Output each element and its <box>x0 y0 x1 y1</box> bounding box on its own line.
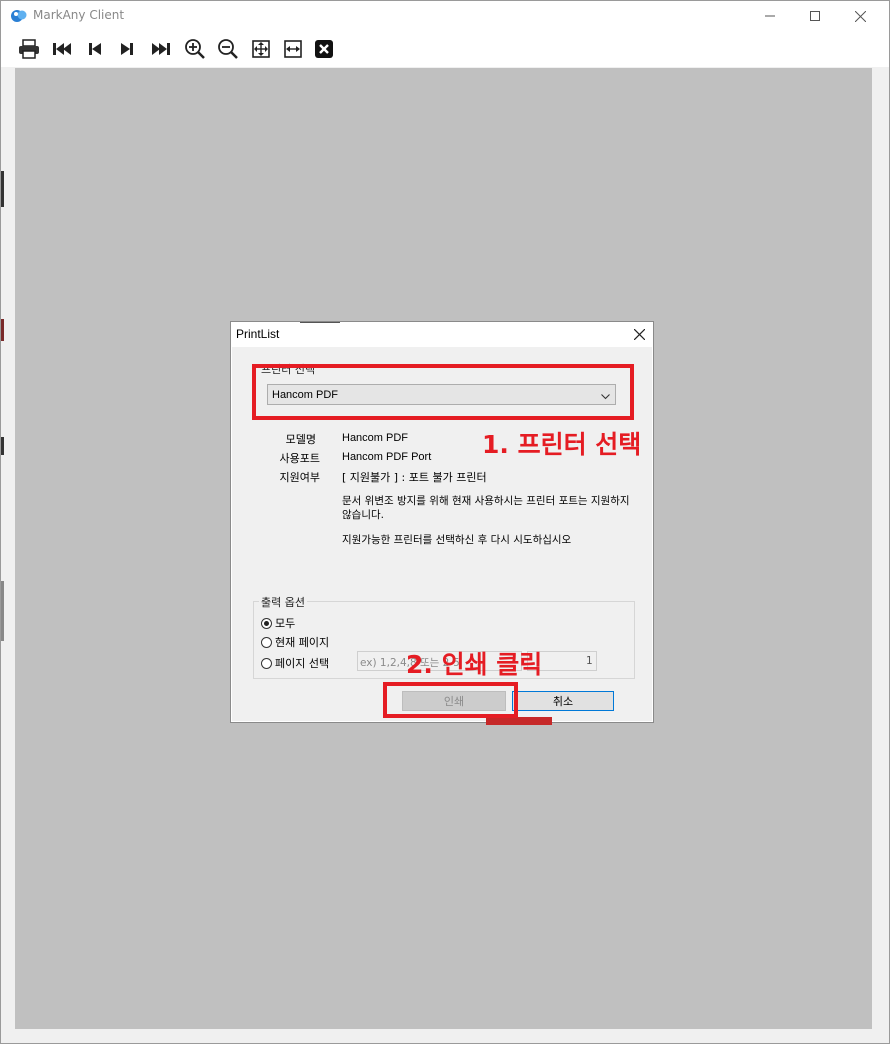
radio-all[interactable] <box>261 617 272 629</box>
option-select-pages[interactable]: 페이지 선택 <box>261 655 329 671</box>
support-label: 지원여부 <box>279 471 320 484</box>
retry-message: 지원가능한 프린터를 선택하신 후 다시 시도하십시오 <box>342 534 572 546</box>
close-icon <box>633 328 645 340</box>
option-select-label: 페이지 선택 <box>275 657 330 670</box>
annotation-box-print <box>383 682 518 718</box>
printer-icon <box>19 39 39 59</box>
minimize-button[interactable] <box>747 1 793 31</box>
background-fragment <box>300 322 340 323</box>
option-current-label: 현재 페이지 <box>275 636 330 649</box>
model-label: 모델명 <box>285 433 316 446</box>
radio-current-page[interactable] <box>261 636 272 648</box>
support-value: [ 지원불가 ] : 포트 불가 프린터 <box>342 471 487 484</box>
close-icon <box>854 10 866 22</box>
annotation-box-printer <box>252 364 634 420</box>
close-doc-icon <box>315 40 333 58</box>
prev-page-icon <box>89 43 101 55</box>
app-logo-icon <box>10 8 28 24</box>
port-label: 사용포트 <box>279 452 320 465</box>
fit-width-button[interactable] <box>280 37 306 61</box>
unsupported-message: 문서 위변조 방지를 위해 현재 사용하시는 프린터 포트는 지원하지 않습니다… <box>342 495 630 521</box>
print-button[interactable] <box>16 37 42 61</box>
minimize-icon <box>765 15 775 17</box>
annotation-step2: 2. 인쇄 클릭 <box>406 650 543 679</box>
fit-page-icon <box>252 40 270 58</box>
maximize-icon <box>810 11 820 21</box>
dialog-title-bar: PrintList <box>231 322 653 347</box>
port-value: Hancom PDF Port <box>342 451 432 463</box>
zoom-out-button[interactable] <box>215 37 241 61</box>
cancel-button[interactable]: 취소 <box>512 691 614 711</box>
last-page-icon <box>152 43 170 55</box>
dialog-close-button[interactable] <box>631 326 647 342</box>
maximize-button[interactable] <box>792 1 838 31</box>
prev-page-button[interactable] <box>82 37 108 61</box>
model-value: Hancom PDF <box>342 432 409 444</box>
left-edge-mark <box>1 581 4 641</box>
first-page-button[interactable] <box>49 37 75 61</box>
window-close-button[interactable] <box>837 1 883 31</box>
zoom-in-button[interactable] <box>182 37 208 61</box>
close-document-button[interactable] <box>311 37 337 61</box>
output-group-label: 출력 옵션 <box>259 594 307 610</box>
zoom-out-icon <box>218 39 238 59</box>
annotation-step1: 1. 프린터 선택 <box>482 430 642 459</box>
next-page-icon <box>121 43 133 55</box>
dialog-title: PrintList <box>236 327 280 341</box>
first-page-icon <box>53 43 71 55</box>
left-edge-mark <box>1 319 4 341</box>
left-edge-mark <box>1 437 4 455</box>
toolbar <box>1 31 889 67</box>
last-page-button[interactable] <box>148 37 174 61</box>
radio-select-pages[interactable] <box>261 657 272 669</box>
left-edge-mark <box>1 171 4 207</box>
option-all[interactable]: 모두 <box>261 615 295 631</box>
title-bar: MarkAny Client <box>1 1 889 31</box>
option-current-page[interactable]: 현재 페이지 <box>261 634 329 650</box>
window-title: MarkAny Client <box>33 8 125 22</box>
option-all-label: 모두 <box>275 617 296 630</box>
background-red-mark <box>486 717 552 725</box>
next-page-button[interactable] <box>114 37 140 61</box>
fit-width-icon <box>284 40 302 58</box>
zoom-in-icon <box>185 39 205 59</box>
fit-page-button[interactable] <box>248 37 274 61</box>
